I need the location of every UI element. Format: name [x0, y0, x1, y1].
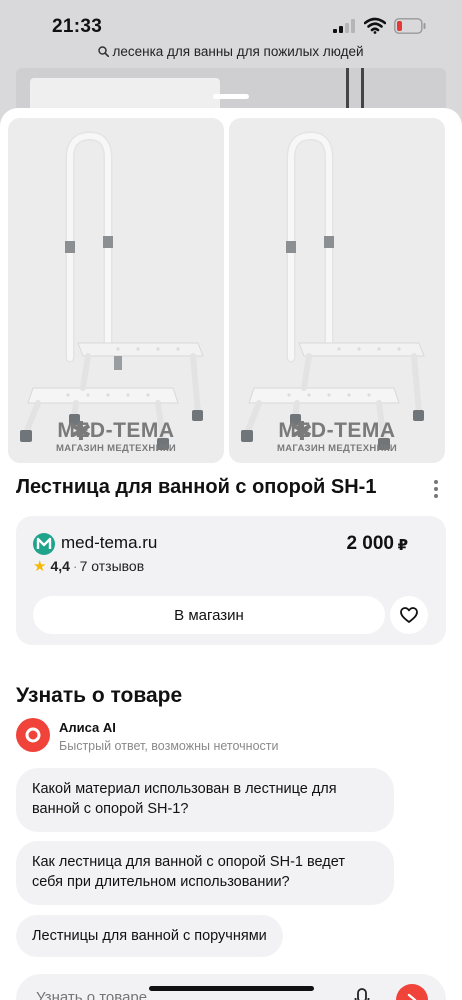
rating-value: 4,4	[50, 558, 70, 574]
watermark: ✱ MED-TEMA МАГАЗИН МЕДТЕХНИКИ	[229, 415, 445, 454]
about-heading: Узнать о товаре	[16, 684, 183, 707]
product-gallery[interactable]: ✱ MED-TEMA МАГАЗИН МЕДТЕХНИКИ ✱ MED-TEMA…	[8, 118, 462, 463]
send-button[interactable]	[396, 984, 428, 1000]
star-icon: ★	[33, 558, 47, 575]
price-currency: ₽	[397, 537, 408, 554]
status-bar: 21:33	[0, 0, 462, 44]
suggestion-chip[interactable]: Какой материал использован в лестнице дл…	[16, 768, 394, 832]
assistant-name: Алиса AI	[59, 720, 116, 735]
home-indicator	[149, 986, 314, 991]
microphone-icon[interactable]	[354, 988, 370, 1000]
sheet-grabber[interactable]	[213, 94, 249, 99]
heart-icon	[400, 607, 418, 623]
watermark-brand: MED-TEMA	[57, 418, 175, 442]
bath-step-illustration	[20, 131, 204, 450]
go-to-shop-button[interactable]: В магазин	[33, 596, 385, 634]
search-query-text: лесенка для ванны для пожилых людей	[112, 44, 364, 59]
alisa-ring-icon	[25, 727, 41, 743]
more-options-button[interactable]	[426, 477, 446, 501]
cellular-signal-icon	[333, 19, 355, 33]
watermark-star-icon: ✱	[70, 415, 92, 446]
search-query-bar[interactable]: лесенка для ванны для пожилых людей	[0, 44, 462, 59]
product-sheet: ✱ MED-TEMA МАГАЗИН МЕДТЕХНИКИ ✱ MED-TEMA…	[0, 108, 462, 1000]
more-dots-icon	[434, 480, 438, 484]
watermark-subtitle: МАГАЗИН МЕДТЕХНИКИ	[56, 442, 176, 454]
watermark-subtitle: МАГАЗИН МЕДТЕХНИКИ	[277, 442, 397, 454]
product-title: Лестница для ванной с опорой SH-1	[16, 476, 377, 498]
price: 2 000	[346, 533, 394, 554]
search-icon	[98, 46, 110, 57]
watermark-brand: MED-TEMA	[278, 418, 396, 442]
bath-step-illustration	[241, 131, 425, 450]
shop-name[interactable]: med-tema.ru	[61, 533, 157, 553]
assistant-disclaimer: Быстрый ответ, возможны неточности	[59, 739, 279, 753]
watermark: ✱ MED-TEMA МАГАЗИН МЕДТЕХНИКИ	[8, 415, 224, 454]
shop-rating[interactable]: ★ 4,4 · 7 отзывов	[33, 557, 144, 575]
product-photo[interactable]: ✱ MED-TEMA МАГАЗИН МЕДТЕХНИКИ	[8, 118, 224, 463]
status-time: 21:33	[52, 16, 103, 37]
alisa-avatar	[16, 718, 50, 752]
suggestion-chip[interactable]: Лестницы для ванной с поручнями	[16, 915, 283, 957]
watermark-star-icon: ✱	[291, 415, 313, 446]
shop-logo-icon	[33, 533, 55, 555]
product-photo[interactable]: ✱ MED-TEMA МАГАЗИН МЕДТЕХНИКИ	[229, 118, 445, 463]
rating-separator: ·	[72, 558, 78, 574]
offer-card: med-tema.ru 2 000 ₽ ★ 4,4 · 7 отзывов В маг…	[16, 516, 446, 645]
battery-low-icon	[394, 18, 426, 34]
favorite-button[interactable]	[390, 596, 428, 634]
wifi-icon	[364, 17, 386, 34]
reviews-count: 7 отзывов	[79, 558, 145, 574]
arrow-right-icon	[407, 993, 417, 1000]
suggestion-chip[interactable]: Как лестница для ванной с опорой SH-1 ве…	[16, 841, 394, 905]
